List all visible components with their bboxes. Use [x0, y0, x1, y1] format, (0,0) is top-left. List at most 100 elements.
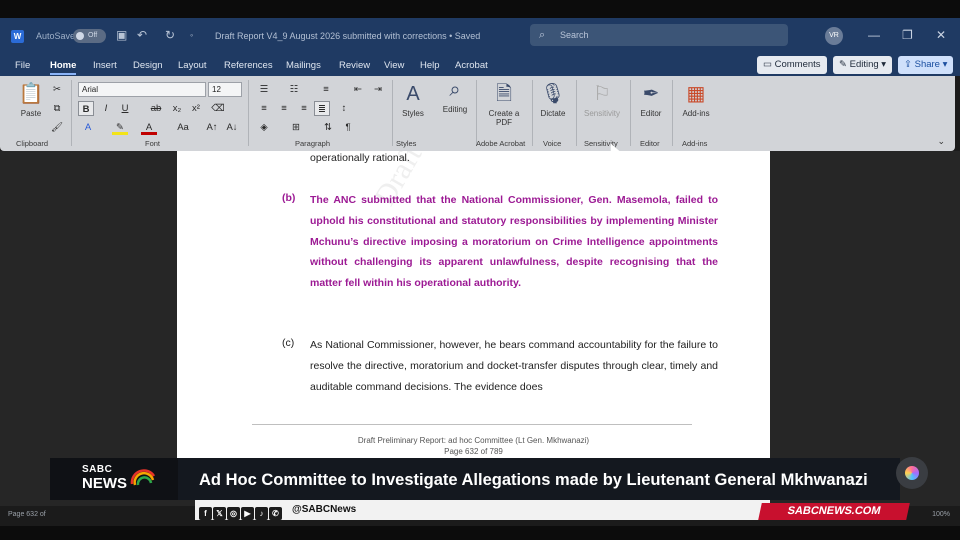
sort-icon[interactable]: ⇅ — [320, 120, 336, 135]
news-lower-third: SABC NEWS Ad Hoc Committee to Investigat… — [50, 458, 900, 500]
paragraph-c: As National Commissioner, however, he be… — [310, 339, 718, 393]
underline-button[interactable]: U — [117, 101, 133, 116]
customize-qat-icon[interactable]: ◦ — [190, 30, 193, 40]
tiktok-icon: ♪ — [255, 507, 268, 520]
document-title[interactable]: Draft Report V4_9 August 2026 submitted … — [215, 31, 480, 41]
group-label-addins: Add-ins — [682, 139, 708, 148]
font-name-select[interactable]: Arial — [78, 82, 206, 97]
editing-group-button[interactable]: ⌕ Editing — [437, 78, 473, 114]
comments-button[interactable]: ▭ Comments — [757, 56, 827, 74]
tab-layout[interactable]: Layout — [178, 60, 207, 71]
sensitivity-button[interactable]: ⚐ Sensitivity — [580, 82, 624, 118]
strikethrough-button[interactable]: ab — [148, 101, 164, 116]
tab-design[interactable]: Design — [133, 60, 163, 71]
decrease-indent-icon[interactable]: ⇤ — [350, 82, 366, 97]
title-bar: W AutoSave Off ▣ ↶ ↻ ◦ Draft Report V4_9… — [0, 18, 960, 56]
text-effects-icon[interactable]: A — [80, 120, 96, 135]
tab-help[interactable]: Help — [420, 60, 440, 71]
text-line-operationally-rational: operationally rational. — [310, 152, 410, 164]
editing-mode-button[interactable]: ✎ Editing ▾ — [833, 56, 893, 74]
autosave-toggle[interactable]: Off — [73, 29, 106, 43]
dictate-button[interactable]: 🎙 Dictate — [536, 82, 570, 118]
minimize-icon[interactable]: — — [868, 28, 880, 42]
page-count[interactable]: Page 632 of — [8, 511, 46, 518]
group-label-editor: Editor — [640, 139, 660, 148]
undo-icon[interactable]: ↶ — [137, 28, 147, 42]
shrink-font-icon[interactable]: A↓ — [224, 120, 240, 135]
font-size-select[interactable]: 12 — [208, 82, 242, 97]
save-icon[interactable]: ▣ — [116, 28, 127, 42]
paste-label: Paste — [20, 109, 42, 118]
logo-news-text: NEWS — [82, 475, 127, 492]
restore-icon[interactable]: ❐ — [902, 28, 913, 42]
cut-icon[interactable]: ✂ — [49, 82, 65, 97]
subscript-button[interactable]: x₂ — [169, 101, 185, 116]
autosave-label: AutoSave — [36, 31, 76, 41]
multilevel-list-icon[interactable]: ≡ — [318, 82, 334, 97]
website-text: SABCNEWS.COM — [786, 505, 882, 517]
copilot-button[interactable] — [896, 457, 928, 489]
footer-divider — [252, 424, 692, 425]
x-icon: 𝕏 — [213, 507, 226, 520]
superscript-button[interactable]: x² — [188, 101, 204, 116]
bottom-letterbox — [0, 526, 960, 540]
user-avatar[interactable]: VR — [825, 27, 843, 45]
justify-icon[interactable]: ≣ — [314, 101, 330, 116]
paste-button[interactable]: 📋 Paste — [15, 82, 47, 118]
bullets-icon[interactable]: ☰ — [256, 82, 272, 97]
ribbon-separator — [476, 80, 477, 146]
document-page[interactable]: Draft operationally rational. (b) The AN… — [177, 151, 770, 461]
grow-font-icon[interactable]: A↑ — [204, 120, 220, 135]
footer-report-title: Draft Preliminary Report: ad hoc Committ… — [357, 436, 590, 445]
tab-mailings[interactable]: Mailings — [286, 60, 321, 71]
addins-button[interactable]: ▦ Add-ins — [678, 82, 714, 118]
font-color-icon[interactable]: A — [141, 120, 157, 135]
group-label-paragraph: Paragraph — [295, 139, 331, 148]
redo-icon[interactable]: ↻ — [165, 28, 175, 42]
styles-button[interactable]: A Styles — [398, 82, 428, 118]
format-painter-icon[interactable]: 🖌 — [49, 120, 65, 135]
ribbon-separator — [672, 80, 673, 146]
increase-indent-icon[interactable]: ⇥ — [370, 82, 386, 97]
social-handle: @SABCNews — [292, 504, 357, 515]
copy-icon[interactable]: ⧉ — [49, 101, 65, 116]
facebook-icon: f — [199, 507, 212, 520]
clear-formatting-icon[interactable]: ⌫ — [210, 101, 226, 116]
zoom-level[interactable]: 100% — [932, 511, 950, 518]
paragraph-b: The ANC submitted that the National Comm… — [310, 194, 718, 290]
tab-home[interactable]: Home — [50, 60, 77, 75]
numbering-icon[interactable]: ☷ — [286, 82, 302, 97]
search-box[interactable]: ⌕ Search — [530, 24, 788, 46]
tab-review[interactable]: Review — [339, 60, 370, 71]
align-left-icon[interactable]: ≡ — [256, 101, 272, 116]
sabcnews-website-badge: SABCNEWS.COM — [758, 503, 910, 520]
change-case-icon[interactable]: Aa — [172, 120, 194, 135]
bold-button[interactable]: B — [78, 101, 94, 116]
collapse-ribbon-icon[interactable]: ⌄ — [937, 136, 945, 147]
tab-references[interactable]: References — [224, 60, 273, 71]
top-letterbox — [0, 0, 960, 18]
instagram-icon: ◎ — [227, 507, 240, 520]
highlight-color-icon[interactable]: ✎ — [112, 120, 128, 135]
microphone-icon: 🎙 — [540, 83, 566, 105]
align-right-icon[interactable]: ≡ — [296, 101, 312, 116]
editor-button[interactable]: ✒ Editor — [635, 82, 667, 118]
share-button[interactable]: ⇪ Share ▾ — [898, 56, 954, 74]
line-spacing-icon[interactable]: ↕ — [336, 101, 352, 116]
close-icon[interactable]: ✕ — [936, 28, 946, 42]
italic-button[interactable]: I — [98, 101, 114, 116]
ribbon-tabs: File Home Insert Design Layout Reference… — [0, 56, 960, 76]
align-center-icon[interactable]: ≡ — [276, 101, 292, 116]
show-marks-icon[interactable]: ¶ — [340, 120, 356, 135]
tab-view[interactable]: View — [384, 60, 404, 71]
tab-file[interactable]: File — [15, 60, 30, 71]
shading-icon[interactable]: ◈ — [256, 120, 272, 135]
social-icons: f 𝕏 ◎ ▶ ♪ ✆ — [199, 503, 283, 521]
tab-acrobat[interactable]: Acrobat — [455, 60, 488, 71]
sabc-rainbow-icon — [130, 469, 156, 486]
create-pdf-button[interactable]: 🗎 Create a PDF — [484, 82, 524, 127]
paragraph-marker-c: (c) — [282, 337, 295, 349]
borders-icon[interactable]: ⊞ — [288, 120, 304, 135]
footer-page-number: Page 632 of 789 — [444, 447, 503, 456]
tab-insert[interactable]: Insert — [93, 60, 117, 71]
